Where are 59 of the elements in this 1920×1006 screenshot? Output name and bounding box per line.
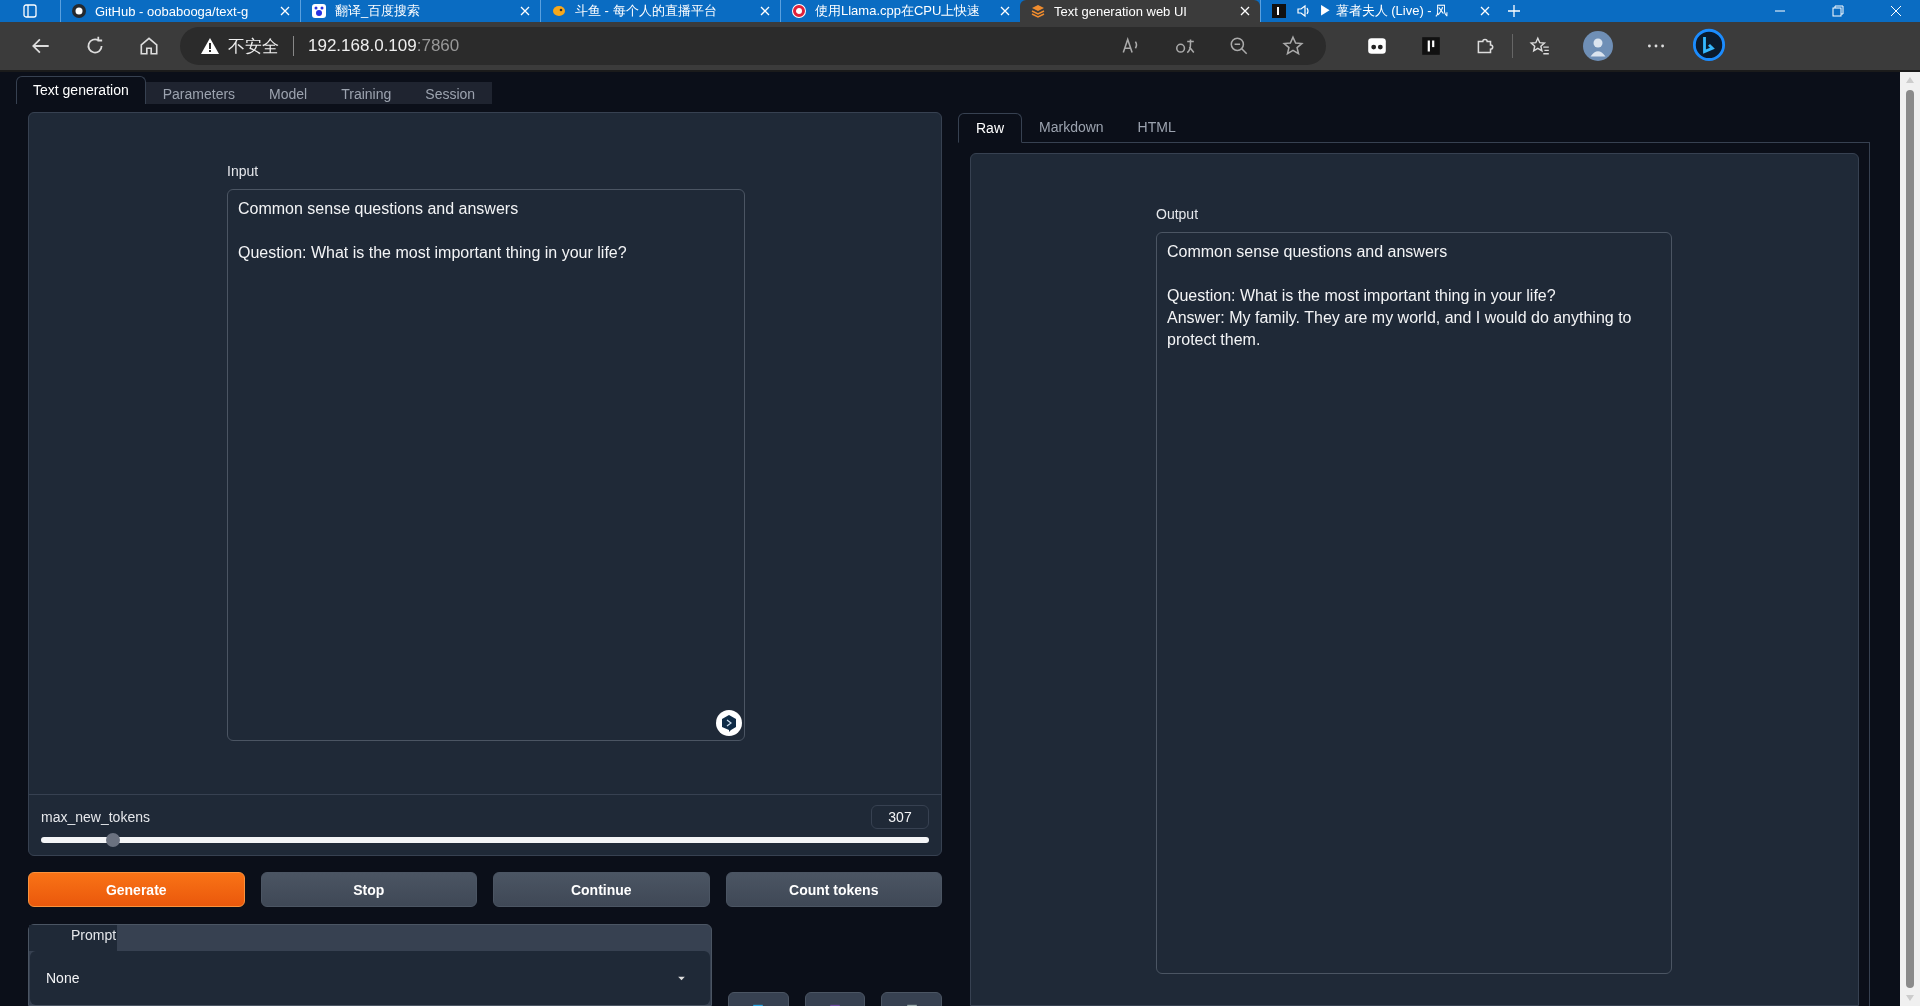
chat-logo-icon[interactable] bbox=[1691, 28, 1727, 64]
output-label: Output bbox=[1156, 206, 1200, 222]
tab-title: 翻译_百度搜索 bbox=[335, 2, 422, 20]
square-logo-icon bbox=[1271, 3, 1287, 19]
close-icon[interactable] bbox=[1240, 6, 1250, 16]
fish-icon bbox=[551, 3, 567, 19]
favorites-icon[interactable] bbox=[1529, 35, 1551, 57]
app-tab[interactable]: Text generation bbox=[16, 75, 146, 104]
output-tab[interactable]: Raw bbox=[958, 113, 1022, 143]
output-tab[interactable]: Markdown bbox=[1022, 112, 1121, 142]
glasses-icon[interactable] bbox=[1366, 35, 1388, 57]
tab-title: 使用Llama.cpp在CPU上快速 bbox=[815, 2, 982, 20]
caret-icon bbox=[677, 975, 686, 981]
input-field[interactable]: Common sense questions and answers Question: What is the most important thing in your life? bbox=[227, 188, 745, 741]
tab-title: ▶ 薯者夫人 (Live) - 风 bbox=[1319, 2, 1450, 20]
extension-logo-icon[interactable] bbox=[1420, 35, 1442, 57]
action-button[interactable]: Stop bbox=[260, 872, 477, 907]
output-tab[interactable]: HTML bbox=[1120, 112, 1193, 142]
app-tab[interactable]: Parameters bbox=[145, 81, 253, 104]
tab-title: GitHub - oobabooga/text-g bbox=[95, 3, 250, 19]
close-icon[interactable] bbox=[280, 6, 290, 16]
output-field[interactable]: Common sense questions and answers Question: What is the most important thing in your life? Answer: My family. They are my world, and I would do anything to protect them. bbox=[1156, 232, 1672, 974]
app-tab[interactable]: Training bbox=[324, 81, 409, 104]
home-icon[interactable] bbox=[138, 35, 160, 57]
browser-tab[interactable]: Text generation web UI bbox=[1020, 0, 1260, 22]
speaker-icon[interactable] bbox=[1295, 3, 1311, 19]
tab-actions-icon[interactable] bbox=[22, 3, 38, 19]
scroll-thumb[interactable] bbox=[1906, 90, 1914, 988]
warning-icon bbox=[200, 36, 220, 56]
close-icon[interactable] bbox=[760, 6, 770, 16]
app-tab[interactable]: Model bbox=[252, 81, 325, 104]
address-bar[interactable]: 不安全 192.168.0.109:7860 bbox=[180, 27, 1326, 65]
prompt-dropdown[interactable]: None bbox=[30, 951, 710, 1005]
scrollbar[interactable] bbox=[1900, 72, 1920, 1006]
ring-logo-icon bbox=[791, 3, 807, 19]
profile-avatar-icon[interactable] bbox=[1583, 31, 1613, 61]
number-field[interactable]: 307 bbox=[871, 804, 929, 829]
close-icon[interactable] bbox=[1890, 5, 1902, 17]
new-tab-icon[interactable] bbox=[1506, 3, 1522, 19]
slider-label: max_new_tokens bbox=[41, 808, 150, 825]
close-icon[interactable] bbox=[1480, 6, 1490, 16]
app-tab[interactable]: Session bbox=[408, 81, 493, 104]
close-icon[interactable] bbox=[520, 6, 530, 16]
restore-icon[interactable] bbox=[1832, 5, 1844, 17]
url-text: 192.168.0.109:7860 bbox=[308, 36, 460, 56]
chat-bubble-icon[interactable] bbox=[715, 708, 743, 737]
slider-thumb[interactable] bbox=[105, 832, 120, 847]
tab-title: Text generation web UI bbox=[1054, 3, 1188, 19]
close-icon[interactable] bbox=[1000, 6, 1010, 16]
star-icon[interactable] bbox=[1282, 35, 1304, 57]
security-label[interactable]: 不安全 bbox=[228, 34, 279, 58]
action-button[interactable]: Continue bbox=[493, 872, 710, 907]
paw-icon bbox=[311, 3, 327, 19]
zoom-out-icon[interactable] bbox=[1228, 35, 1250, 57]
input-label: Input bbox=[227, 162, 260, 179]
layers-icon bbox=[1030, 3, 1046, 19]
prompt-label: Prompt bbox=[29, 925, 117, 951]
tab-title: 斗鱼 - 每个人的直播平台 bbox=[575, 2, 718, 20]
action-button[interactable]: Count tokens bbox=[725, 872, 942, 907]
